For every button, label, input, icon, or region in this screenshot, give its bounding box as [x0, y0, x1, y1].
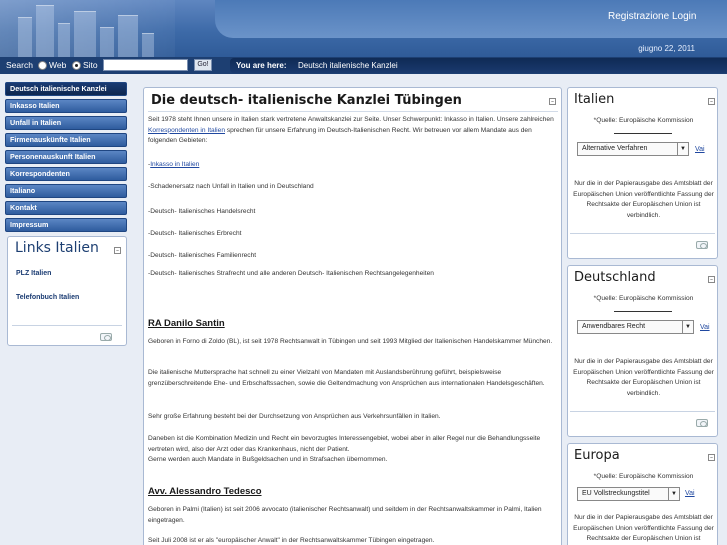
- lawyer2-bio: Seit Juli 2008 ist er als "europäischer …: [148, 537, 435, 544]
- links-box-title: Links Italien: [15, 240, 99, 256]
- deutschland-vai-link[interactable]: Vai: [700, 324, 710, 331]
- list-item: -Deutsch- Italienisches Erbrecht: [148, 230, 242, 237]
- chevron-down-icon: ▼: [668, 488, 679, 500]
- link-telefonbuch-italien[interactable]: Telefonbuch Italien: [16, 294, 79, 301]
- list-item-inkasso: -Inkasso in Italien: [148, 161, 200, 168]
- page-title: Die deutsch- italienische Kanzlei Tübing…: [151, 93, 462, 108]
- italien-vai-link[interactable]: Vai: [695, 146, 705, 153]
- lawyer1-bio: Sehr große Erfahrung besteht bei der Dur…: [148, 413, 441, 420]
- radio-web-label: Web: [49, 60, 67, 70]
- main-article: Die deutsch- italienische Kanzlei Tübing…: [143, 87, 562, 545]
- site-header: Registrazione Login giugno 22, 2011: [0, 0, 727, 57]
- link-plz-italien[interactable]: PLZ Italien: [16, 270, 51, 277]
- intro-text-a: Seit 1978 steht Ihnen unsere in Italien …: [148, 116, 554, 123]
- nav-item-korrespondenten[interactable]: Korrespondenten: [5, 167, 127, 181]
- article-minimize-icon[interactable]: –: [549, 98, 556, 105]
- nav-item-impressum[interactable]: Impressum: [5, 218, 127, 232]
- deutschland-select-value: Anwendbares Recht: [582, 323, 646, 330]
- italien-box: Italien – *Quelle: Europäische Kommissio…: [567, 87, 718, 259]
- nav-item-kontakt[interactable]: Kontakt: [5, 201, 127, 215]
- italien-select-value: Alternative Verfahren: [582, 145, 648, 152]
- list-item: -Deutsch- Italienisches Handelsrecht: [148, 208, 256, 215]
- italien-select[interactable]: Alternative Verfahren ▼: [577, 142, 689, 156]
- lawyer2-bio: Geboren in Palmi (Italien) ist seit 2006…: [148, 506, 542, 524]
- lawyer1-bio-a: Daneben ist die Kombination Medizin und …: [148, 435, 541, 453]
- header-skyline-image: [0, 0, 175, 57]
- chevron-down-icon: ▼: [677, 143, 688, 155]
- inkasso-link[interactable]: Inkasso in Italien: [150, 161, 199, 168]
- europa-box-note: Nur die in der Papierausgabe des Amtsbla…: [573, 514, 714, 542]
- italien-box-source: *Quelle: Europäische Kommission: [593, 117, 694, 124]
- lawyer2-heading: Avv. Alessandro Tedesco: [148, 486, 262, 497]
- breadcrumb: You are here: Deutsch italienische Kanzl…: [230, 58, 727, 73]
- deutschland-box: Deutschland – *Quelle: Europäische Kommi…: [567, 265, 718, 437]
- italien-box-rule: [614, 133, 672, 134]
- italien-box-note: Nur die in der Papierausgabe des Amtsbla…: [573, 180, 714, 219]
- list-item: -Schadenersatz nach Unfall in Italien un…: [148, 183, 314, 190]
- login-link[interactable]: Login: [672, 11, 696, 22]
- lawyer1-bio: Die italienische Muttersprache hat schne…: [148, 369, 545, 387]
- lawyer1-heading: RA Danilo Santin: [148, 318, 225, 329]
- list-item: -Deutsch- Italienisches Familienrecht: [148, 252, 257, 259]
- deutschland-box-divider: [570, 411, 715, 412]
- italien-box-minimize-icon[interactable]: –: [708, 98, 715, 105]
- nav-item-unfall[interactable]: Unfall in Italien: [5, 116, 127, 130]
- europa-box-source: *Quelle: Europäische Kommission: [593, 473, 694, 480]
- nav-item-inkasso[interactable]: Inkasso Italien: [5, 99, 127, 113]
- main-menu: Deutsch italienische Kanzlei Inkasso Ita…: [5, 82, 127, 235]
- deutschland-box-minimize-icon[interactable]: –: [708, 276, 715, 283]
- deutschland-select[interactable]: Anwendbares Recht ▼: [577, 320, 694, 334]
- radio-sito[interactable]: [72, 61, 81, 70]
- title-divider: [148, 111, 558, 112]
- breadcrumb-current: Deutsch italienische Kanzlei: [298, 61, 398, 70]
- europa-select-value: EU Vollstreckungstitel: [582, 490, 650, 497]
- nav-item-italiano[interactable]: Italiano: [5, 184, 127, 198]
- radio-sito-label: Sito: [83, 60, 98, 70]
- korrespondenten-link[interactable]: Korrespondenten in Italien: [148, 127, 225, 134]
- italien-box-rss-icon[interactable]: [696, 241, 708, 249]
- links-italien-box: Links Italien – PLZ Italien Telefonbuch …: [7, 236, 127, 346]
- search-label: Search: [6, 60, 33, 70]
- nav-item-firmenauskuenfte[interactable]: Firmenauskünfte Italien: [5, 133, 127, 147]
- nav-item-kanzlei[interactable]: Deutsch italienische Kanzlei: [5, 82, 127, 96]
- europa-box-minimize-icon[interactable]: –: [708, 454, 715, 461]
- deutschland-box-source: *Quelle: Europäische Kommission: [593, 295, 694, 302]
- europa-select[interactable]: EU Vollstreckungstitel ▼: [577, 487, 680, 501]
- links-box-rss-icon[interactable]: [100, 333, 112, 341]
- europa-box-title: Europa: [574, 448, 620, 463]
- search-go-button[interactable]: Go!: [194, 59, 212, 71]
- breadcrumb-prefix: You are here:: [236, 61, 287, 70]
- lawyer1-bio: Geboren in Forno di Zoldo (BL), ist seit…: [148, 338, 553, 345]
- deutschland-box-note: Nur die in der Papierausgabe des Amtsbla…: [573, 358, 714, 397]
- nav-item-personenauskunft[interactable]: Personenauskunft Italien: [5, 150, 127, 164]
- deutschland-box-rule: [614, 311, 672, 312]
- search-input[interactable]: [103, 59, 188, 71]
- deutschland-box-title: Deutschland: [574, 270, 656, 285]
- lawyer1-bio: Daneben ist die Kombination Medizin und …: [148, 434, 556, 466]
- europa-box: Europa – *Quelle: Europäische Kommission…: [567, 443, 718, 545]
- italien-box-title: Italien: [574, 92, 615, 107]
- intro-paragraph: Seit 1978 steht Ihnen unsere in Italien …: [148, 115, 556, 147]
- links-box-divider: [12, 325, 122, 326]
- current-date: giugno 22, 2011: [638, 44, 695, 53]
- list-item: -Deutsch- Italienisches Strafrecht und a…: [148, 270, 434, 277]
- lawyer1-bio-b: Gerne werden auch Mandate in Bußgeldsach…: [148, 456, 388, 464]
- europa-vai-link[interactable]: Vai: [685, 490, 695, 497]
- italien-box-divider: [570, 233, 715, 234]
- deutschland-box-rss-icon[interactable]: [696, 419, 708, 427]
- radio-web[interactable]: [38, 61, 47, 70]
- register-link[interactable]: Registrazione: [608, 11, 669, 22]
- chevron-down-icon: ▼: [682, 321, 693, 333]
- links-box-minimize-icon[interactable]: –: [114, 247, 121, 254]
- search-bar: Search Web Sito Go! You are here: Deutsc…: [0, 57, 727, 74]
